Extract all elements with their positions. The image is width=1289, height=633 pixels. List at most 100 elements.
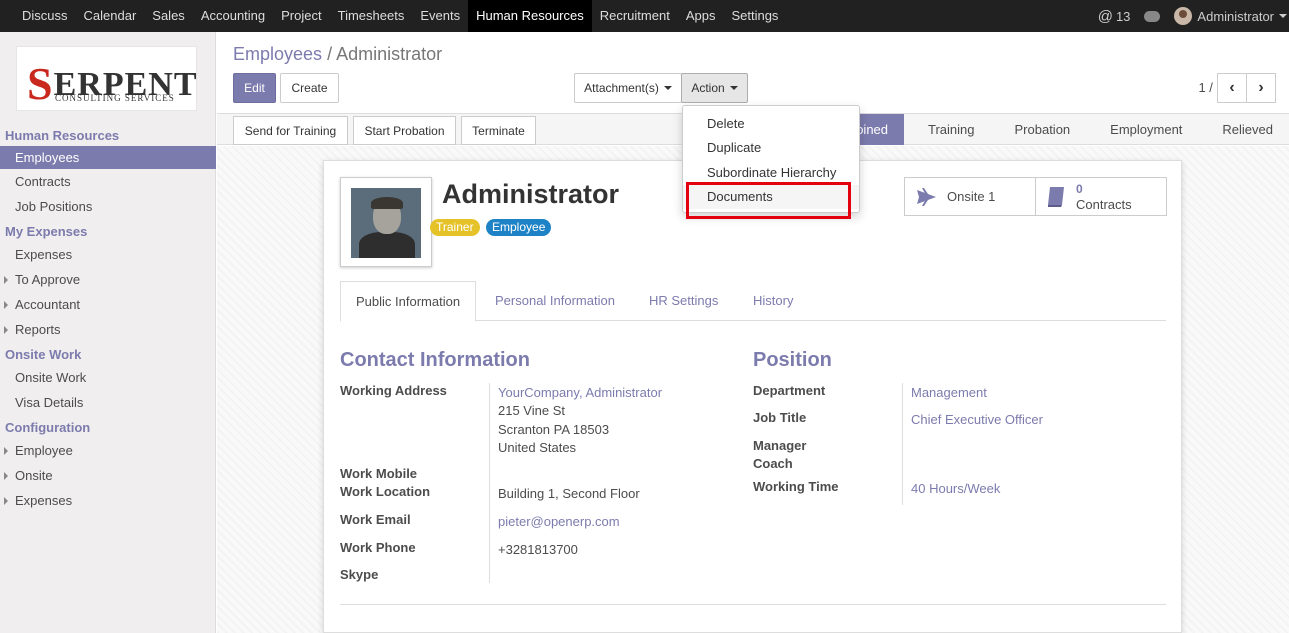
sidebar-item-to-approve[interactable]: To Approve bbox=[0, 267, 216, 292]
action-dropdown[interactable]: Action bbox=[681, 73, 748, 103]
top-menu-events[interactable]: Events bbox=[412, 0, 468, 32]
breadcrumb-employees[interactable]: Employees bbox=[233, 44, 322, 64]
plane-icon bbox=[917, 187, 936, 206]
top-menu-project[interactable]: Project bbox=[273, 0, 329, 32]
working-time-link[interactable]: 40 Hours/Week bbox=[911, 481, 1000, 496]
send-for-training-button[interactable]: Send for Training bbox=[233, 116, 348, 145]
book-icon bbox=[1048, 186, 1064, 207]
work-location-value: Building 1, Second Floor bbox=[498, 486, 640, 501]
chat-button[interactable] bbox=[1144, 10, 1161, 22]
position-divider bbox=[902, 383, 903, 505]
logo-subtitle: CONSULTING SERVICES bbox=[55, 93, 175, 103]
work-phone-value: +3281813700 bbox=[498, 542, 578, 557]
contact-information-heading: Contact Information bbox=[340, 349, 530, 371]
tab-public-information[interactable]: Public Information bbox=[340, 281, 477, 322]
onsite-stat-button[interactable]: Onsite 1 bbox=[904, 177, 1036, 216]
start-probation-button[interactable]: Start Probation bbox=[353, 116, 456, 145]
sidebar-item-config-expenses[interactable]: Expenses bbox=[0, 488, 216, 513]
work-email-link[interactable]: pieter@openerp.com bbox=[498, 514, 620, 529]
user-name: Administrator bbox=[1197, 8, 1274, 24]
menu-item-delete[interactable]: Delete bbox=[683, 112, 859, 136]
top-navbar: Discuss Calendar Sales Accounting Projec… bbox=[0, 0, 1289, 32]
coach-label: Coach bbox=[753, 456, 793, 471]
create-button[interactable]: Create bbox=[280, 73, 339, 103]
chevron-left-icon: ‹ bbox=[1229, 79, 1235, 96]
department-link[interactable]: Management bbox=[911, 385, 987, 400]
stage-employment[interactable]: Employment bbox=[1086, 114, 1198, 145]
top-menu-recruitment[interactable]: Recruitment bbox=[592, 0, 678, 32]
caret-right-icon bbox=[4, 326, 8, 334]
sidebar-item-label: Expenses bbox=[15, 493, 73, 508]
contracts-label: Contracts bbox=[1076, 196, 1132, 212]
pager-next-button[interactable]: › bbox=[1246, 73, 1276, 103]
caret-right-icon bbox=[4, 447, 8, 455]
contracts-count: 0 bbox=[1076, 181, 1083, 196]
working-time-label: Working Time bbox=[753, 479, 839, 494]
tab-history[interactable]: History bbox=[738, 281, 808, 321]
department-label: Department bbox=[753, 383, 826, 398]
form-tabs: Public Information Personal Information … bbox=[340, 281, 1166, 322]
pager-previous-button[interactable]: ‹ bbox=[1217, 73, 1247, 103]
sidebar-item-accountant[interactable]: Accountant bbox=[0, 292, 216, 317]
work-location-label: Work Location bbox=[340, 484, 431, 499]
work-email-label: Work Email bbox=[340, 512, 411, 527]
caret-right-icon bbox=[4, 472, 8, 480]
top-menu-discuss[interactable]: Discuss bbox=[14, 0, 76, 32]
sidebar-item-employee[interactable]: Employee bbox=[0, 438, 216, 463]
company-logo: SERPENT CONSULTING SERVICES bbox=[16, 46, 197, 111]
menu-item-duplicate[interactable]: Duplicate bbox=[683, 136, 859, 160]
top-menu-sales[interactable]: Sales bbox=[144, 0, 193, 32]
stage-training[interactable]: Training bbox=[904, 114, 990, 145]
edit-button[interactable]: Edit bbox=[233, 73, 276, 103]
job-title-link[interactable]: Chief Executive Officer bbox=[911, 412, 1043, 427]
action-label: Action bbox=[691, 81, 725, 95]
user-menu[interactable]: Administrator bbox=[1174, 7, 1287, 25]
mentions-button[interactable]: @ 13 bbox=[1098, 8, 1131, 25]
sidebar-item-visa-details[interactable]: Visa Details bbox=[0, 390, 216, 415]
sidebar-item-employees[interactable]: Employees bbox=[0, 146, 216, 169]
sidebar-item-label: Onsite bbox=[15, 468, 53, 483]
breadcrumb-separator: / bbox=[327, 44, 333, 64]
top-menu-settings[interactable]: Settings bbox=[723, 0, 786, 32]
sidebar-item-reports[interactable]: Reports bbox=[0, 317, 216, 342]
contact-divider bbox=[489, 383, 490, 583]
employee-photo[interactable] bbox=[340, 177, 432, 267]
tag-employee: Employee bbox=[486, 219, 552, 236]
sidebar-item-job-positions[interactable]: Job Positions bbox=[0, 194, 216, 219]
chevron-down-icon bbox=[1279, 14, 1287, 18]
working-address-link[interactable]: YourCompany, Administrator bbox=[498, 385, 662, 400]
menu-item-subordinate-hierarchy[interactable]: Subordinate Hierarchy bbox=[683, 161, 859, 185]
caret-right-icon bbox=[4, 301, 8, 309]
sidebar-nav: Human Resources Employees Contracts Job … bbox=[0, 126, 216, 513]
sidebar-section-configuration: Configuration bbox=[5, 420, 91, 435]
terminate-button[interactable]: Terminate bbox=[461, 116, 536, 145]
top-menu-timesheets[interactable]: Timesheets bbox=[330, 0, 413, 32]
stage-bar: Joined Training Probation Employment Rel… bbox=[825, 114, 1289, 145]
sidebar-item-onsite[interactable]: Onsite bbox=[0, 463, 216, 488]
at-icon: @ bbox=[1097, 7, 1113, 25]
stage-relieved[interactable]: Relieved bbox=[1198, 114, 1289, 145]
top-right-area: @ 13 Administrator bbox=[1098, 0, 1289, 32]
menu-item-documents[interactable]: Documents bbox=[683, 185, 859, 209]
sidebar-item-label: To Approve bbox=[15, 272, 81, 287]
avatar bbox=[1174, 7, 1193, 25]
sidebar-section-human-resources: Human Resources bbox=[5, 128, 120, 143]
logo-letter: S bbox=[27, 58, 54, 109]
tag-trainer: Trainer bbox=[430, 219, 480, 236]
attachments-dropdown[interactable]: Attachment(s) bbox=[574, 73, 682, 103]
tab-personal-information[interactable]: Personal Information bbox=[480, 281, 630, 321]
top-menu-accounting[interactable]: Accounting bbox=[193, 0, 273, 32]
address-line-1: 215 Vine St bbox=[498, 403, 565, 418]
sidebar-item-onsite-work[interactable]: Onsite Work bbox=[0, 365, 216, 390]
top-menu-calendar[interactable]: Calendar bbox=[76, 0, 145, 32]
top-menu-human-resources[interactable]: Human Resources bbox=[468, 0, 592, 32]
sidebar-item-expenses[interactable]: Expenses bbox=[0, 242, 216, 267]
tab-hr-settings[interactable]: HR Settings bbox=[634, 281, 733, 321]
stage-probation[interactable]: Probation bbox=[991, 114, 1087, 145]
top-menu-apps[interactable]: Apps bbox=[678, 0, 724, 32]
employee-photo-image bbox=[351, 188, 421, 258]
position-heading: Position bbox=[753, 349, 832, 371]
sidebar-item-contracts[interactable]: Contracts bbox=[0, 169, 216, 194]
sidebar: SERPENT CONSULTING SERVICES Human Resour… bbox=[0, 32, 216, 633]
contracts-stat-button[interactable]: 0 Contracts bbox=[1035, 177, 1167, 216]
